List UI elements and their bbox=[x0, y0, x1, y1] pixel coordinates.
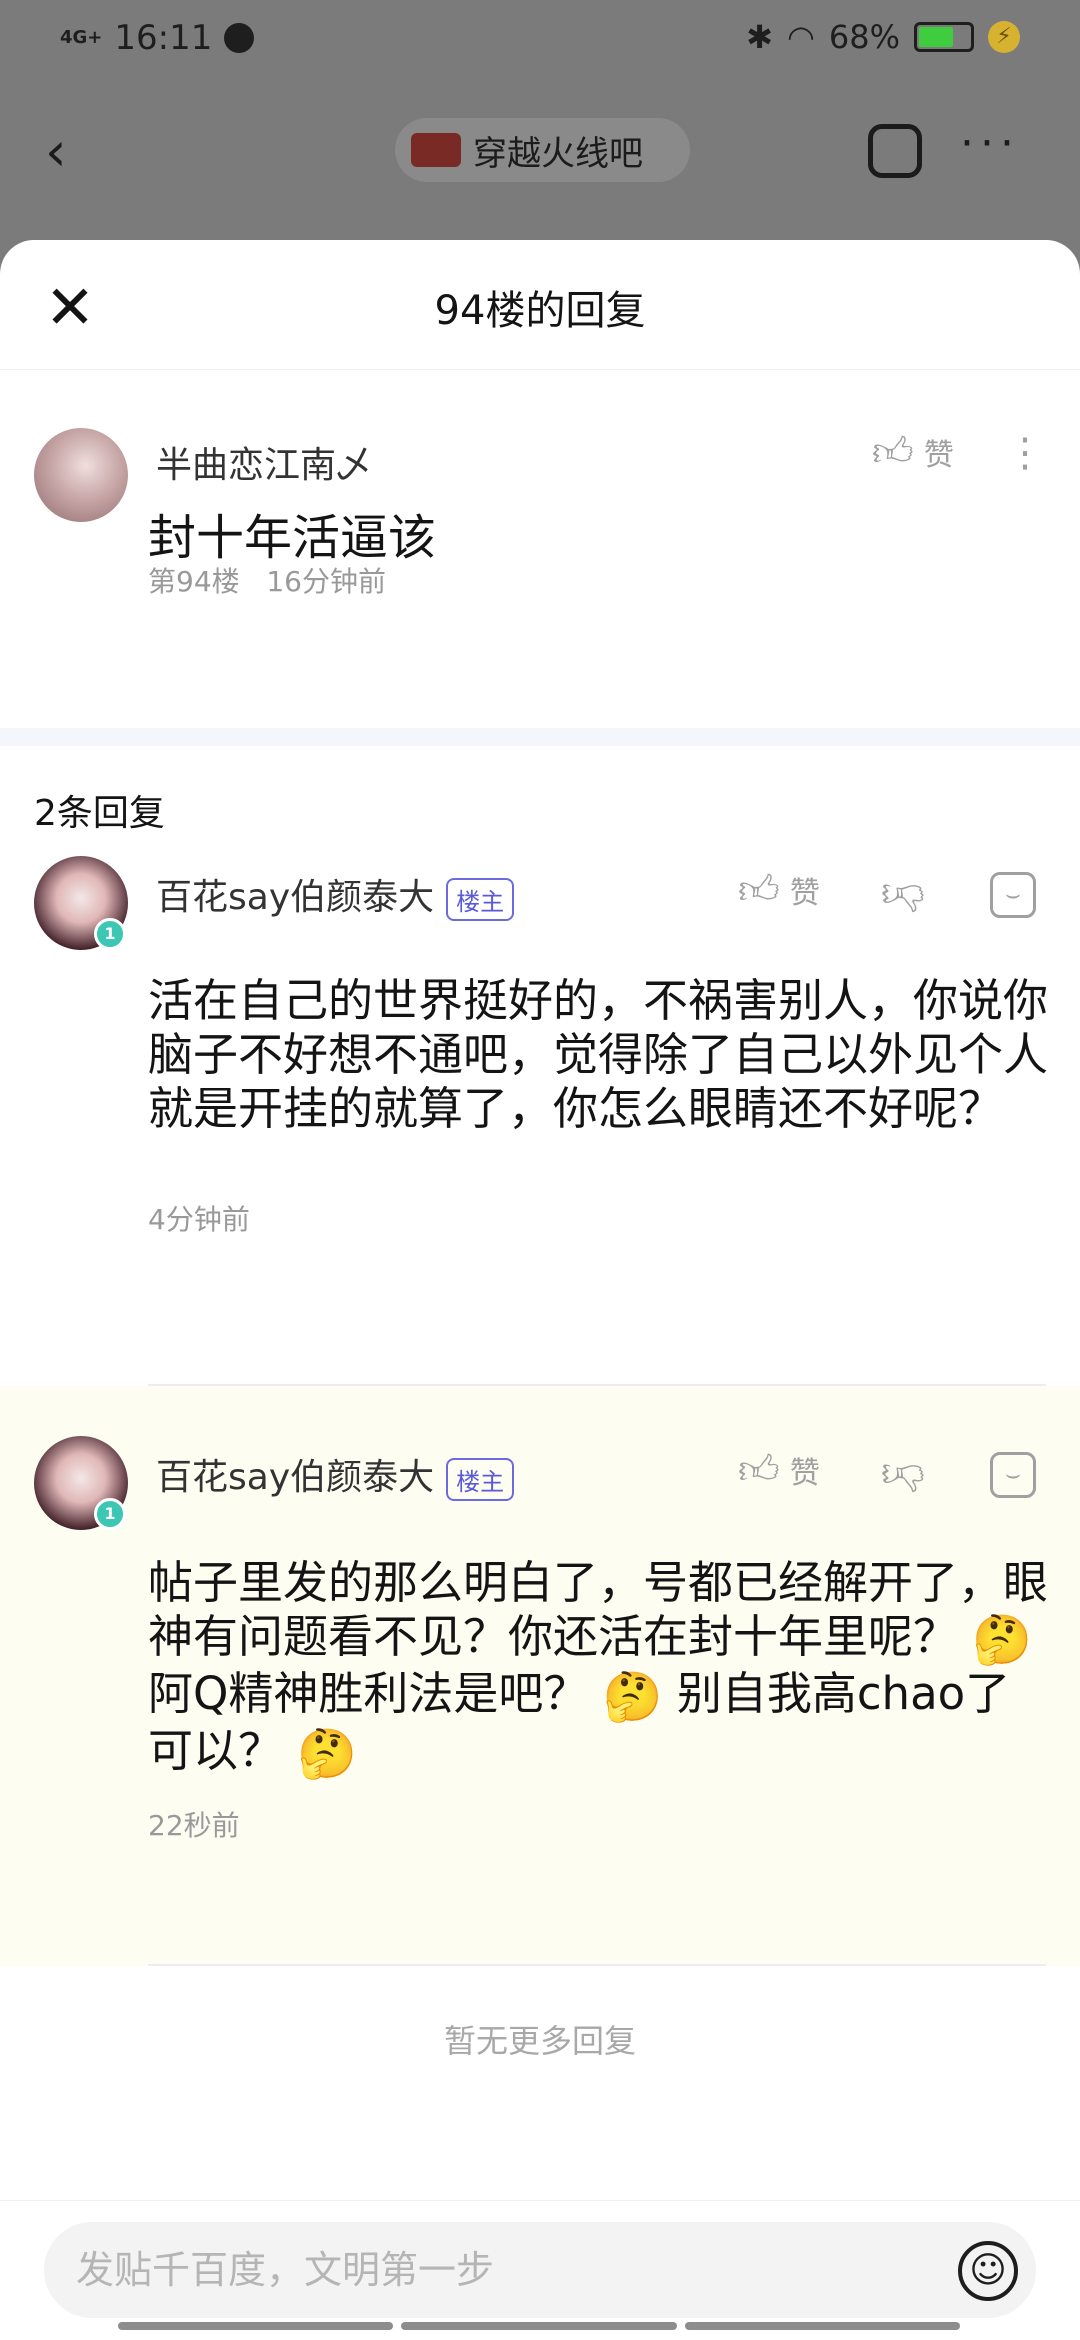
main-post-meta: 第94楼 16分钟前 bbox=[148, 560, 386, 600]
edit-icon[interactable] bbox=[868, 124, 922, 178]
background-nav-bar: ‹ 穿越火线吧 ··· bbox=[0, 100, 1080, 200]
comment-icon[interactable]: ⌣ bbox=[990, 872, 1036, 918]
like-label: 赞 bbox=[789, 1456, 820, 1491]
emoji-icon[interactable]: ☺ bbox=[958, 2241, 1018, 2301]
like-label: 赞 bbox=[789, 876, 820, 911]
reply-item: 1 百花say伯颜泰大 楼主 👍︎ 赞 👍︎ ⌣ 帖子里发的那么明白了，号都已经解… bbox=[0, 1386, 1080, 1966]
battery-fill bbox=[919, 27, 953, 47]
battery-percent: 68% bbox=[828, 18, 900, 56]
post-time: 16分钟前 bbox=[266, 565, 386, 598]
like-button[interactable]: 👍︎ 赞 bbox=[738, 868, 820, 912]
reply-time: 4分钟前 bbox=[148, 1203, 250, 1236]
forum-logo bbox=[411, 133, 461, 167]
reply-username[interactable]: 百花say伯颜泰大 楼主 bbox=[156, 868, 515, 921]
forum-name: 穿越火线吧 bbox=[473, 133, 643, 174]
battery-icon bbox=[914, 22, 974, 52]
comment-icon[interactable]: ⌣ bbox=[990, 1452, 1036, 1498]
host-badge: 楼主 bbox=[446, 877, 515, 921]
level-badge: 1 bbox=[94, 918, 126, 950]
thumbs-down-icon[interactable]: 👍︎ bbox=[880, 871, 926, 920]
sheet-header: ✕ 94楼的回复 bbox=[0, 240, 1080, 370]
reply-item: 1 百花say伯颜泰大 楼主 👍︎ 赞 👍︎ ⌣ 活在自己的世界挺好的，不祸害别人… bbox=[0, 856, 1080, 1386]
nav-indicator-segment bbox=[684, 2322, 960, 2330]
reply-input-bar: ☺ bbox=[0, 2200, 1080, 2340]
more-icon[interactable]: ··· bbox=[960, 118, 1020, 169]
reply-content: 活在自己的世界挺好的，不祸害别人，你说你脑子不好想不通吧，觉得除了自己以外见个人… bbox=[148, 974, 1049, 1135]
like-label: 赞 bbox=[923, 438, 954, 473]
like-button[interactable]: 👍︎ 赞 bbox=[738, 1448, 820, 1492]
wifi-icon: ◠ bbox=[786, 18, 815, 56]
status-right: ✱ ◠ 68% ⚡ bbox=[746, 18, 1020, 56]
status-time: 16:11 bbox=[114, 18, 213, 58]
reply-count: 2条回复 bbox=[34, 793, 165, 834]
status-left: 4G+ 16:11 bbox=[60, 18, 255, 58]
thumbs-up-icon: 👍︎ bbox=[738, 1447, 780, 1493]
sheet-title: 94楼的回复 bbox=[434, 288, 646, 334]
reply-time: 22秒前 bbox=[148, 1809, 240, 1842]
notification-icon bbox=[224, 23, 255, 53]
thumbs-down-icon[interactable]: 👍︎ bbox=[880, 1451, 926, 1500]
main-post: 半曲恋江南乄 👍︎ 赞 ⋮ 封十年活逼该 第94楼 16分钟前 bbox=[0, 370, 1080, 728]
network-indicator: 4G+ bbox=[60, 27, 103, 48]
like-button[interactable]: 👍︎ 赞 bbox=[872, 430, 954, 474]
main-post-content: 封十年活逼该 bbox=[148, 510, 437, 566]
no-more-replies: 暂无更多回复 bbox=[443, 2022, 636, 2060]
thinking-emoji: 🤔 bbox=[602, 1669, 663, 1725]
reply-input[interactable] bbox=[44, 2222, 1036, 2318]
row-divider bbox=[148, 1964, 1046, 1966]
nav-indicator-segment bbox=[118, 2322, 394, 2330]
thumbs-up-icon: 👍︎ bbox=[872, 429, 914, 475]
floor-number: 第94楼 bbox=[148, 565, 240, 598]
thinking-emoji: 🤔 bbox=[297, 1726, 358, 1782]
host-badge: 楼主 bbox=[446, 1457, 515, 1501]
charging-icon: ⚡ bbox=[988, 21, 1020, 53]
reply-content: 帖子里发的那么明白了，号都已经解开了，眼神有问题看不见？你还活在封十年里呢？ 🤔… bbox=[148, 1556, 1048, 1781]
reply-username[interactable]: 百花say伯颜泰大 楼主 bbox=[156, 1448, 515, 1501]
back-icon[interactable]: ‹ bbox=[45, 120, 85, 183]
forum-pill[interactable]: 穿越火线吧 bbox=[395, 118, 690, 182]
nav-indicator-segment bbox=[401, 2322, 677, 2330]
main-post-username[interactable]: 半曲恋江南乄 bbox=[156, 436, 372, 488]
reply-content-part: 帖子里发的那么明白了，号都已经解开了，眼神有问题看不见？你还活在封十年里呢？ bbox=[148, 1556, 1049, 1663]
thumbs-up-icon: 👍︎ bbox=[738, 867, 780, 913]
section-divider bbox=[0, 728, 1080, 746]
reply-username-text: 百花say伯颜泰大 bbox=[156, 877, 435, 918]
thinking-emoji: 🤔 bbox=[972, 1612, 1033, 1668]
reply-content-part: 阿Q精神胜利法是吧？ bbox=[148, 1667, 589, 1720]
avatar[interactable] bbox=[34, 428, 128, 522]
home-indicator bbox=[118, 2322, 960, 2330]
status-bar: 4G+ 16:11 ✱ ◠ 68% ⚡ bbox=[0, 0, 1080, 80]
level-badge: 1 bbox=[94, 1498, 126, 1530]
more-options-icon[interactable]: ⋮ bbox=[1005, 428, 1045, 478]
bluetooth-icon: ✱ bbox=[746, 18, 773, 56]
reply-username-text: 百花say伯颜泰大 bbox=[156, 1457, 435, 1498]
reply-sheet: ✕ 94楼的回复 半曲恋江南乄 👍︎ 赞 ⋮ 封十年活逼该 第94楼 16分钟前… bbox=[0, 240, 1080, 2340]
